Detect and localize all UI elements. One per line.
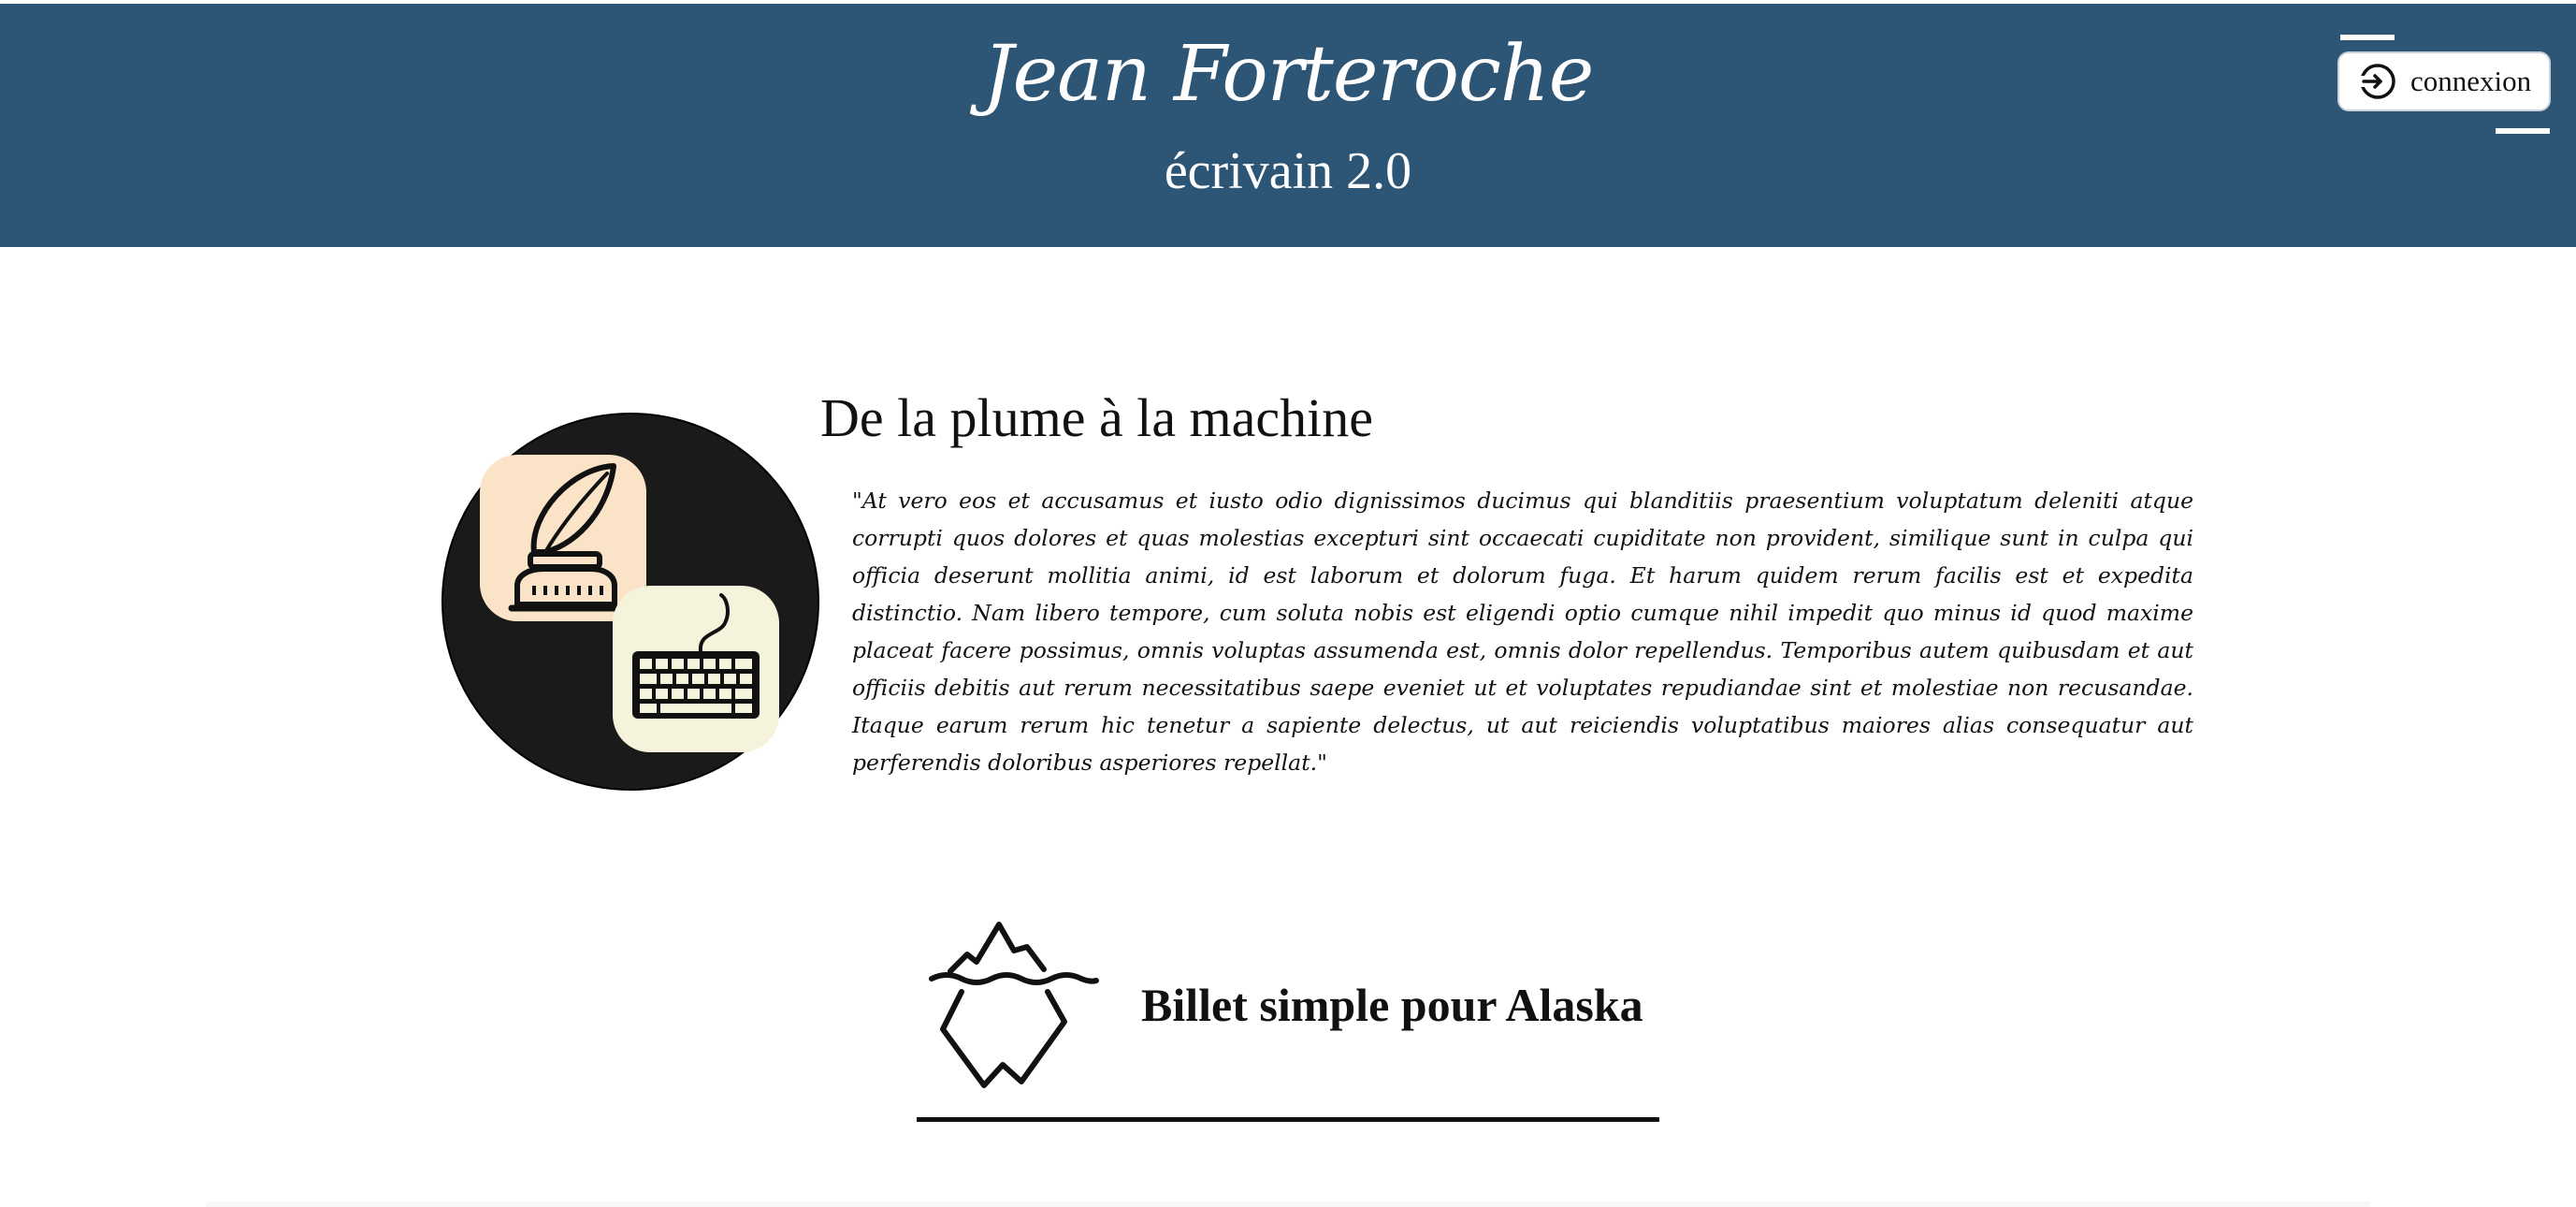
- quill-inkwell-icon: [480, 455, 646, 621]
- keyboard-icon: [613, 586, 779, 752]
- article-divider: [917, 1117, 1659, 1122]
- plume-machine-illustration: [441, 413, 819, 791]
- intro-quote: "At vero eos et accusamus et iusto odio …: [852, 487, 2193, 776]
- login-button[interactable]: connexion: [2337, 51, 2551, 111]
- site-subtitle: écrivain 2.0: [1164, 142, 1412, 200]
- intro-heading: De la plume à la machine: [820, 387, 1374, 448]
- site-header: Jean Forteroche écrivain 2.0 connexion: [0, 4, 2576, 247]
- article-card[interactable]: Billet simple pour Alaska: [917, 908, 1659, 1123]
- next-section-edge: [206, 1201, 2370, 1207]
- decorative-line-bottom: [2496, 128, 2550, 134]
- iceberg-icon: [929, 922, 1099, 1088]
- decorative-line-top: [2340, 35, 2395, 40]
- article-title[interactable]: Billet simple pour Alaska: [1141, 975, 1643, 1035]
- site-title[interactable]: Jean Forteroche: [0, 28, 2576, 122]
- login-icon: [2360, 64, 2395, 99]
- login-button-label: connexion: [2410, 65, 2532, 97]
